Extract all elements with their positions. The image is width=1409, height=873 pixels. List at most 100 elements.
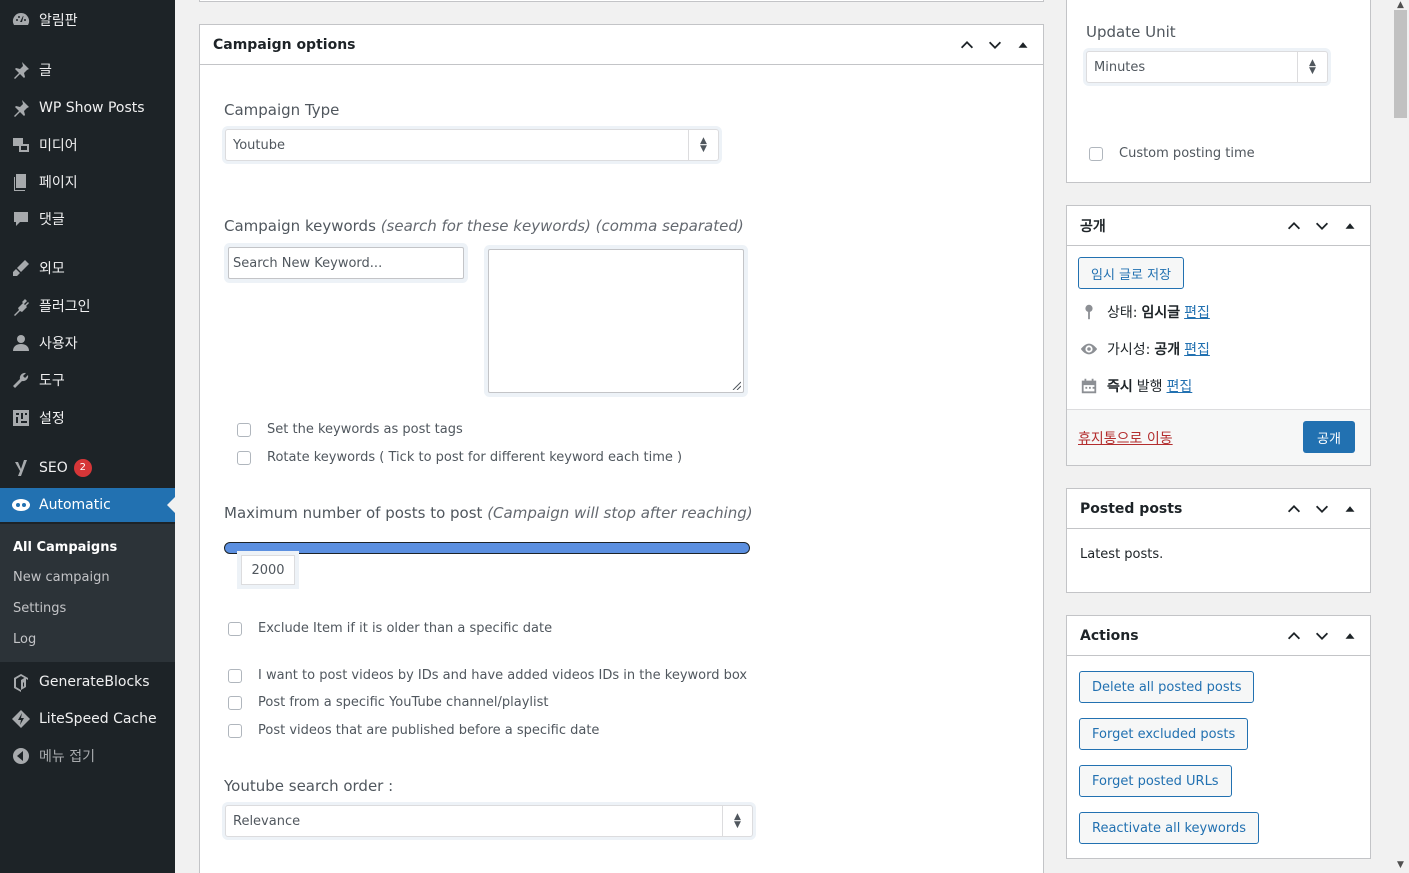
admin-sidebar: 알림판 글 WP Show Posts 미디어 페이지 댓글 외모 플러그인 사…: [0, 0, 175, 873]
delete-all-posted-posts-button[interactable]: Delete all posted posts: [1079, 671, 1255, 703]
submenu-all-campaigns[interactable]: All Campaigns: [13, 540, 117, 555]
scroll-up-arrow[interactable]: ▲: [1395, 0, 1406, 10]
menu-users[interactable]: 사용자: [0, 326, 175, 360]
menu-collapse[interactable]: 메뉴 접기: [0, 739, 175, 773]
user-icon: [9, 333, 33, 353]
move-up-icon[interactable]: [1284, 499, 1304, 519]
move-up-icon[interactable]: [1284, 626, 1304, 646]
campaign-type-label: Campaign Type: [224, 101, 340, 119]
checkbox[interactable]: [228, 695, 242, 710]
select-arrows-icon: ▲ ▼: [688, 130, 718, 160]
visibility-value: 공개: [1154, 342, 1181, 358]
reactivate-all-keywords-button[interactable]: Reactivate all keywords: [1079, 812, 1259, 844]
menu-label: SEO: [39, 460, 68, 476]
move-up-icon[interactable]: [957, 35, 977, 55]
keywords-hint: (search for these keywords) (comma separ…: [380, 217, 744, 235]
menu-generateblocks[interactable]: GenerateBlocks: [0, 665, 175, 699]
posted-posts-box: Posted posts Latest posts.: [1066, 488, 1371, 593]
checkbox[interactable]: [237, 450, 251, 465]
exclude-old-option[interactable]: Exclude Item if it is older than a speci…: [228, 621, 552, 636]
search-order-select[interactable]: Relevance ▲ ▼: [225, 805, 753, 837]
box-title: Actions: [1080, 627, 1139, 644]
rotate-keywords-option[interactable]: Rotate keywords ( Tick to post for diffe…: [237, 450, 682, 465]
collapse-icon: [9, 746, 33, 766]
max-posts-value[interactable]: 2000: [241, 555, 295, 585]
save-draft-button[interactable]: 임시 글로 저장: [1078, 257, 1185, 289]
checkbox[interactable]: [1089, 146, 1103, 161]
move-down-icon[interactable]: [1312, 626, 1332, 646]
max-posts-slider[interactable]: [224, 542, 750, 554]
move-up-icon[interactable]: [1284, 216, 1304, 236]
move-down-icon[interactable]: [985, 35, 1005, 55]
menu-media[interactable]: 미디어: [0, 128, 175, 162]
checkbox[interactable]: [228, 621, 242, 636]
video-ids-option[interactable]: I want to post videos by IDs and have ad…: [228, 668, 747, 683]
pin-icon: [9, 98, 33, 118]
menu-seo[interactable]: SEO 2: [0, 451, 175, 485]
posted-posts-header: Posted posts: [1067, 489, 1370, 529]
brush-icon: [9, 258, 33, 278]
toggle-panel-icon[interactable]: [1340, 216, 1360, 236]
move-down-icon[interactable]: [1312, 216, 1332, 236]
edit-publish-time-link[interactable]: 편집: [1167, 376, 1193, 396]
scroll-thumb[interactable]: [1394, 10, 1407, 118]
menu-label: 메뉴 접기: [39, 749, 95, 765]
channel-playlist-option[interactable]: Post from a specific YouTube channel/pla…: [228, 695, 549, 710]
published-before-option[interactable]: Post videos that are published before a …: [228, 723, 599, 738]
submenu-log[interactable]: Log: [13, 632, 36, 647]
max-posts-hint: (Campaign will stop after reaching): [487, 504, 753, 522]
edit-status-link[interactable]: 편집: [1184, 302, 1210, 322]
submenu-settings[interactable]: Settings: [13, 601, 66, 616]
box-title: Campaign options: [213, 36, 356, 53]
eye-icon: [1079, 339, 1099, 359]
move-down-icon[interactable]: [1312, 499, 1332, 519]
keywords-as-tags-option[interactable]: Set the keywords as post tags: [237, 422, 463, 437]
forget-excluded-posts-button[interactable]: Forget excluded posts: [1079, 718, 1249, 750]
forget-posted-urls-button[interactable]: Forget posted URLs: [1079, 765, 1232, 797]
checkbox-label: Rotate keywords ( Tick to post for diffe…: [267, 450, 683, 465]
keywords-textarea[interactable]: [488, 249, 744, 393]
toggle-panel-icon[interactable]: [1340, 626, 1360, 646]
menu-comments[interactable]: 댓글: [0, 202, 175, 236]
menu-settings[interactable]: 설정: [0, 401, 175, 435]
checkbox[interactable]: [237, 422, 251, 437]
select-arrows-icon: ▲ ▼: [722, 806, 752, 836]
menu-posts[interactable]: 글: [0, 53, 175, 87]
submenu-new-campaign[interactable]: New campaign: [13, 570, 110, 585]
menu-litespeed[interactable]: LiteSpeed Cache: [0, 702, 175, 736]
media-icon: [9, 135, 33, 155]
comment-icon: [9, 209, 33, 229]
latest-posts-text: Latest posts.: [1080, 547, 1164, 562]
resize-grip-icon[interactable]: [731, 380, 741, 390]
toggle-panel-icon[interactable]: [1340, 499, 1360, 519]
page-scrollbar[interactable]: ▲ ▼: [1392, 0, 1409, 873]
campaign-type-select[interactable]: Youtube ▲ ▼: [225, 129, 719, 161]
plugin-icon: [9, 296, 33, 316]
menu-plugins[interactable]: 플러그인: [0, 289, 175, 323]
custom-posting-time-option[interactable]: Custom posting time: [1089, 146, 1255, 161]
box-title: 공개: [1080, 218, 1106, 235]
toggle-panel-icon[interactable]: [1013, 35, 1033, 55]
menu-automatic[interactable]: Automatic: [0, 488, 175, 522]
publish-time-value: 즉시: [1107, 379, 1133, 395]
keyword-search-input[interactable]: Search New Keyword...: [228, 247, 464, 279]
menu-label: 도구: [39, 373, 65, 389]
scroll-down-arrow[interactable]: ▼: [1395, 860, 1406, 870]
checkbox[interactable]: [228, 723, 242, 738]
publish-button[interactable]: 공개: [1303, 421, 1355, 453]
menu-pages[interactable]: 페이지: [0, 165, 175, 199]
edit-visibility-link[interactable]: 편집: [1184, 339, 1210, 359]
menu-label: 플러그인: [39, 299, 91, 315]
menu-tools[interactable]: 도구: [0, 363, 175, 397]
campaign-options-box: Campaign options Campaign Type Youtube ▲…: [199, 24, 1044, 873]
menu-appearance[interactable]: 외모: [0, 251, 175, 285]
checkbox-label: Exclude Item if it is older than a speci…: [258, 621, 553, 636]
menu-wp-show-posts[interactable]: WP Show Posts: [0, 91, 175, 125]
yoast-icon: [9, 458, 33, 478]
checkbox[interactable]: [228, 668, 242, 683]
max-posts-label-text: Maximum number of posts to post: [224, 504, 483, 522]
update-unit-select[interactable]: Minutes ▲ ▼: [1086, 51, 1328, 83]
move-to-trash-link[interactable]: 휴지통으로 이동: [1078, 428, 1173, 448]
keywords-label: Campaign keywords (search for these keyw…: [224, 217, 744, 235]
menu-dashboard[interactable]: 알림판: [0, 3, 175, 37]
